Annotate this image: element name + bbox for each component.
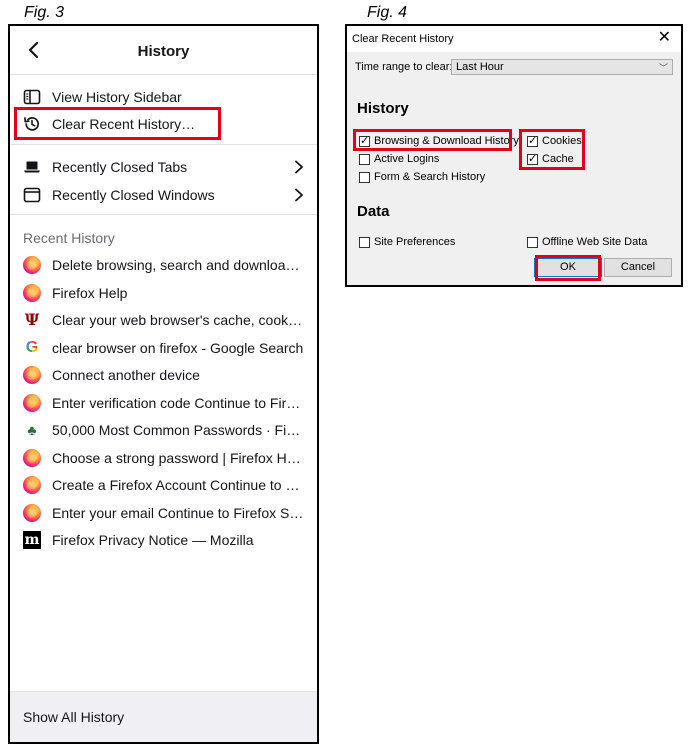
checkbox[interactable] (359, 134, 370, 147)
history-entry[interactable]: G clear browser on firefox - Google Sear… (10, 335, 317, 363)
dialog-body: Time range to clear: Last Hour ﹀ History… (347, 52, 681, 285)
checkbox[interactable] (359, 154, 370, 165)
history-entry-label: Firefox Help (52, 284, 128, 301)
firefox-icon (23, 476, 41, 494)
history-entry-label: 50,000 Most Common Passwords · Firef… (52, 422, 304, 438)
divider (10, 214, 317, 215)
recent-history-label: Recent History (23, 230, 115, 246)
history-entry[interactable]: Enter your email Continue to Firefox Syn… (10, 500, 317, 528)
window-icon (23, 187, 41, 203)
history-entry-label: Enter verification code Continue to Fire… (52, 394, 304, 411)
history-entry-label: Firefox Privacy Notice — Mozilla (52, 532, 254, 548)
view-history-sidebar-item[interactable]: View History Sidebar (10, 84, 317, 111)
history-entry[interactable]: Firefox Help (10, 280, 317, 308)
menu-label: View History Sidebar (52, 89, 182, 105)
history-entry-label: Clear your web browser's cache, cookies… (52, 312, 304, 328)
checkbox-label: Form & Search History (374, 171, 486, 183)
time-range-select[interactable]: Last Hour ﹀ (451, 59, 673, 75)
firefox-icon (23, 256, 41, 274)
show-all-history-button[interactable]: Show All History (23, 709, 124, 725)
time-range-value: Last Hour (456, 61, 504, 73)
panel-header: History (10, 26, 317, 75)
history-panel: History View History Sidebar Clear Recen… (8, 24, 319, 744)
laptop-icon (24, 161, 40, 173)
history-entry[interactable]: Choose a strong password | Firefox Help (10, 445, 317, 473)
history-entry-label: Create a Firefox Account Continue to Fir… (52, 477, 304, 493)
history-entry[interactable]: Delete browsing, search and download … (10, 252, 317, 280)
divider (10, 144, 317, 145)
checkbox[interactable] (527, 237, 538, 248)
chevron-right-icon (295, 188, 303, 202)
mozilla-m-icon: m (23, 531, 41, 549)
history-entry-label: Choose a strong password | Firefox Help (52, 449, 304, 466)
menu-label: Recently Closed Windows (52, 187, 215, 203)
tree-icon: ♣ (27, 422, 37, 438)
panel-footer: Show All History (10, 691, 317, 742)
iu-trident-icon: Ψ (24, 310, 40, 329)
google-icon: G (23, 339, 41, 357)
history-entry[interactable]: Connect another device (10, 362, 317, 390)
fig4-caption: Fig. 4 (367, 4, 408, 21)
history-entry[interactable]: Enter verification code Continue to Fire… (10, 390, 317, 418)
chevron-right-icon (295, 160, 303, 174)
checkbox-label: Offline Web Site Data (542, 236, 648, 248)
panel-title: History (137, 43, 190, 60)
history-entry-label: Enter your email Continue to Firefox Syn… (52, 504, 304, 521)
menu-label: Clear Recent History… (52, 116, 196, 132)
checkbox[interactable] (527, 134, 538, 147)
checkbox[interactable] (359, 237, 370, 248)
history-entry[interactable]: ♣ 50,000 Most Common Passwords · Firef… (10, 417, 317, 445)
firefox-icon (23, 503, 41, 522)
chevron-down-icon: ﹀ (658, 63, 668, 73)
history-entry[interactable]: Create a Firefox Account Continue to Fir… (10, 472, 317, 500)
history-entry-label: clear browser on firefox - Google Search (52, 339, 304, 356)
data-heading: Data (357, 203, 390, 220)
sidebar-icon (23, 89, 41, 105)
history-entry[interactable]: Ψ Clear your web browser's cache, cookie… (10, 307, 317, 335)
checkbox-label: Site Preferences (374, 236, 456, 248)
dialog-title: Clear Recent History (352, 33, 454, 45)
history-entry[interactable]: m Firefox Privacy Notice — Mozilla (10, 527, 317, 555)
recently-closed-windows-item[interactable]: Recently Closed Windows (10, 182, 317, 209)
checkbox[interactable] (527, 152, 538, 165)
firefox-icon (23, 448, 41, 467)
checkbox-label: Cookies (542, 135, 582, 147)
checkbox-label: Cache (542, 153, 574, 165)
firefox-icon (23, 393, 41, 412)
firefox-icon (23, 366, 41, 384)
checkbox-label: Browsing & Download History (374, 135, 519, 147)
history-entry-label: Delete browsing, search and download … (52, 257, 304, 273)
clear-recent-history-item[interactable]: Clear Recent History… (10, 111, 317, 138)
time-range-label: Time range to clear: (355, 61, 453, 73)
history-icon (24, 117, 40, 131)
recently-closed-tabs-item[interactable]: Recently Closed Tabs (10, 154, 317, 181)
history-heading: History (357, 100, 409, 117)
fig3-caption: Fig. 3 (24, 4, 65, 21)
cancel-button[interactable]: Cancel (604, 258, 672, 277)
checkbox[interactable] (359, 172, 370, 183)
checkbox-label: Active Logins (374, 153, 440, 165)
close-icon[interactable]: ✕ (658, 30, 671, 46)
dialog-titlebar: Clear Recent History ✕ (347, 26, 681, 52)
ok-button[interactable]: OK (534, 258, 602, 277)
menu-label: Recently Closed Tabs (52, 159, 188, 175)
firefox-icon (23, 283, 41, 302)
clear-history-dialog: Clear Recent History ✕ Time range to cle… (345, 24, 683, 287)
history-entry-label: Connect another device (52, 367, 200, 383)
